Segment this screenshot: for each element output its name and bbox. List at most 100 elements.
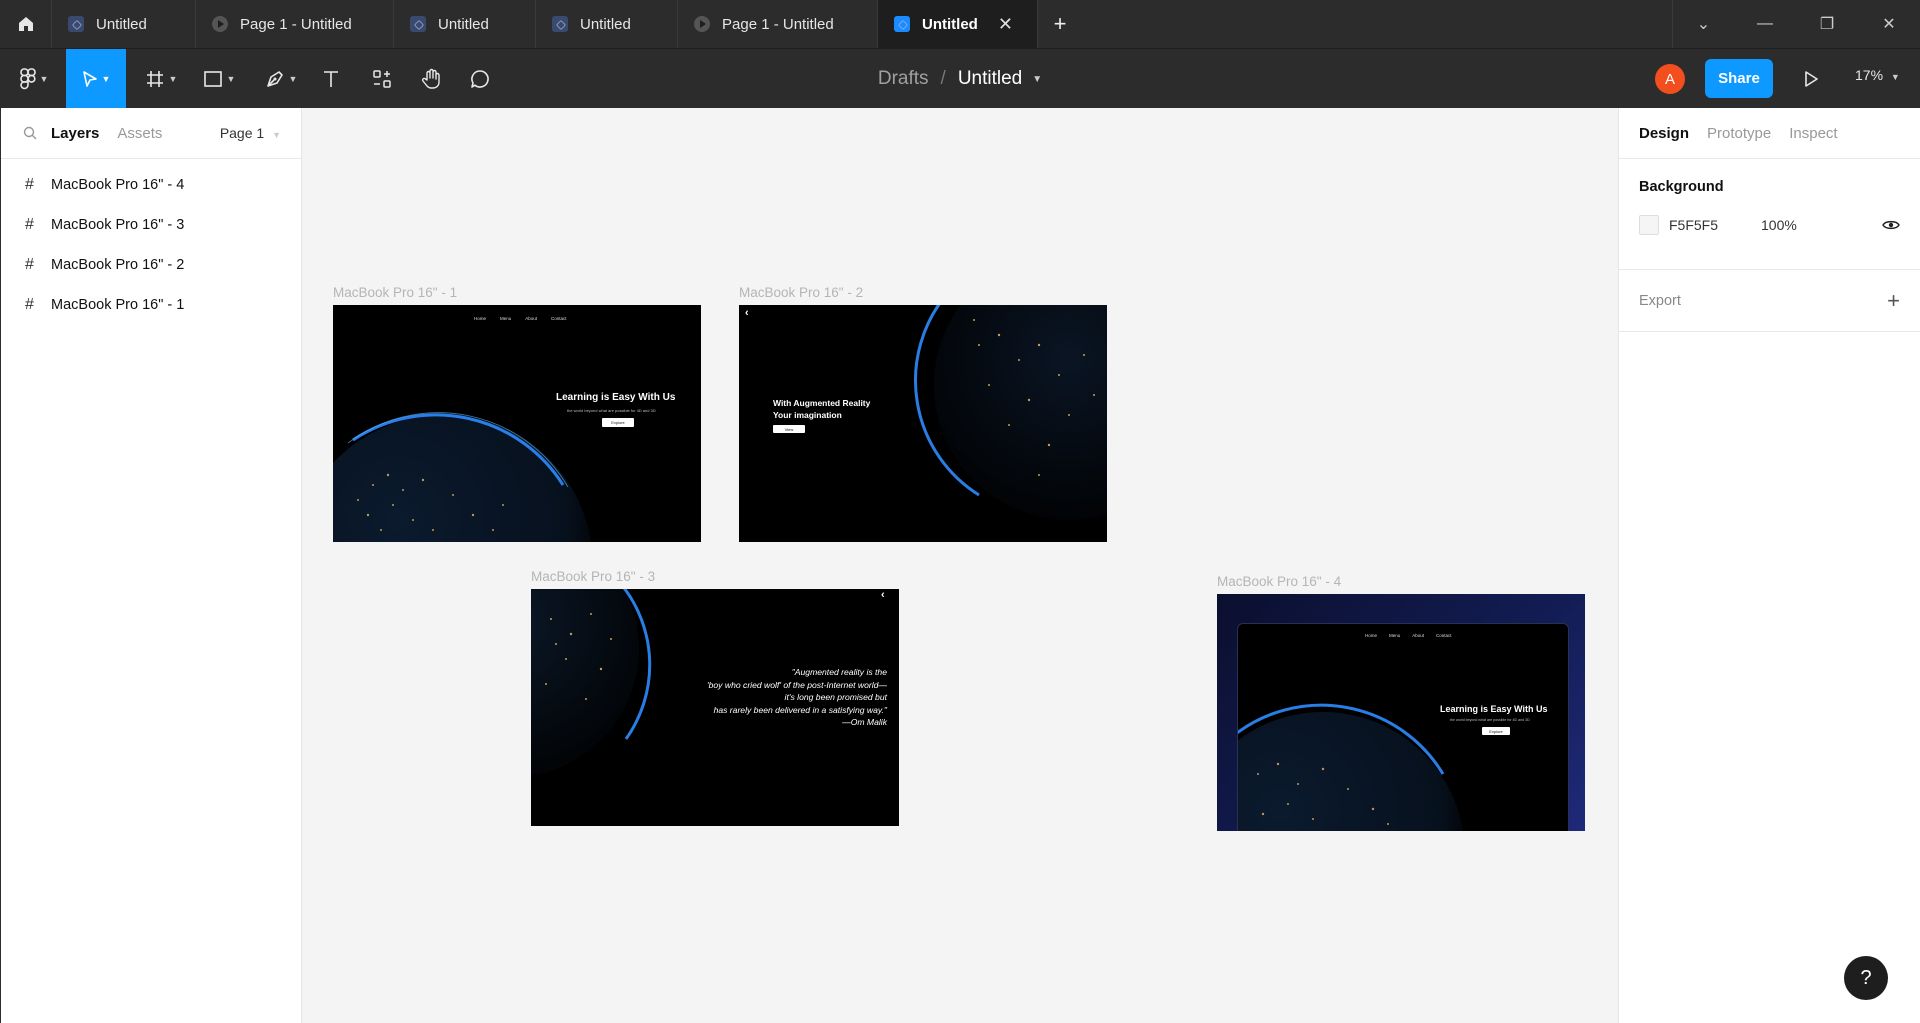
mock-laptop-screen: Home Menu About Contact Learning is Easy…: [1237, 623, 1569, 831]
layers-panel: Layers Assets Page 1 ▼ # MacBook Pro 16" …: [0, 108, 302, 1023]
breadcrumb-folder[interactable]: Drafts: [878, 68, 929, 90]
resources-tool[interactable]: [364, 49, 400, 109]
active-file-tab[interactable]: Untitled ✕: [878, 0, 1038, 48]
mock-explore-button: Explore: [1482, 727, 1510, 735]
frame-macbook-3[interactable]: ‹ "Augmented reality is the 'boy who cri…: [531, 589, 899, 826]
tab-layers[interactable]: Layers: [51, 125, 99, 142]
quote-line: it's long been promised but: [784, 692, 887, 703]
frame-label[interactable]: MacBook Pro 16" - 3: [531, 569, 655, 584]
close-tab-icon[interactable]: ✕: [998, 14, 1013, 35]
restore-icon[interactable]: ❐: [1796, 0, 1858, 48]
file-tab[interactable]: Untitled: [394, 0, 536, 48]
frame-icon: #: [25, 296, 34, 313]
quote-author: —Om Malik: [842, 717, 887, 728]
shape-tool[interactable]: ▼: [196, 49, 242, 109]
layers-panel-header: Layers Assets Page 1 ▼: [1, 108, 301, 159]
file-name[interactable]: Untitled: [958, 68, 1022, 90]
browser-tab-bar: Untitled Page 1 - Untitled Untitled Unti…: [0, 0, 1920, 48]
layer-item[interactable]: # MacBook Pro 16" - 4: [1, 165, 301, 205]
present-button[interactable]: [1797, 65, 1825, 93]
quote-line: "Augmented reality is the: [791, 667, 887, 677]
tab-label: Untitled: [96, 15, 147, 33]
file-tab[interactable]: Untitled: [52, 0, 196, 48]
comment-tool[interactable]: [462, 49, 498, 109]
back-arrow-icon: ‹: [745, 307, 749, 319]
share-button[interactable]: Share: [1705, 59, 1773, 98]
frame-macbook-4[interactable]: Home Menu About Contact Learning is Easy…: [1217, 594, 1585, 831]
tab-label: Untitled: [580, 15, 631, 33]
design-canvas[interactable]: MacBook Pro 16" - 1 Home Menu About Cont…: [302, 108, 1618, 1023]
frame-label[interactable]: MacBook Pro 16" - 4: [1217, 574, 1341, 589]
frame-label[interactable]: MacBook Pro 16" - 1: [333, 285, 457, 300]
minimize-icon[interactable]: —: [1734, 0, 1796, 48]
background-swatch[interactable]: [1639, 215, 1659, 235]
figma-file-icon: [410, 16, 426, 32]
export-title: Export: [1639, 292, 1681, 309]
layer-name: MacBook Pro 16" - 4: [51, 177, 185, 193]
home-icon[interactable]: [0, 0, 52, 48]
earth-image: [1238, 703, 1464, 831]
search-icon[interactable]: [23, 126, 37, 140]
chevron-down-icon: ▼: [168, 74, 178, 84]
chevron-down-icon: ▼: [226, 74, 236, 84]
editor-toolbar: ▼ ▼ ▼ ▼ ▼ Drafts / Untitled ▼ A Share 17…: [0, 48, 1920, 109]
mock-hero-subtitle: the world beyond what are possible for 4…: [567, 408, 656, 413]
mock-nav-item: Home: [1365, 633, 1378, 638]
layer-name: MacBook Pro 16" - 3: [51, 217, 185, 233]
mock-view-button: View: [773, 425, 805, 433]
background-row: F5F5F5 100%: [1639, 215, 1900, 235]
file-tab[interactable]: Untitled: [536, 0, 678, 48]
components-icon: [373, 70, 391, 88]
chevron-down-icon[interactable]: ▼: [1032, 74, 1042, 85]
figma-file-icon: [552, 16, 568, 32]
figma-logo-icon: [19, 68, 36, 90]
prototype-tab[interactable]: Page 1 - Untitled: [196, 0, 394, 48]
layer-item[interactable]: # MacBook Pro 16" - 2: [1, 245, 301, 285]
frame-tool[interactable]: ▼: [138, 49, 184, 109]
text-tool[interactable]: [314, 49, 348, 109]
tab-list-chevron-icon[interactable]: ⌄: [1672, 0, 1734, 48]
play-icon: [694, 16, 710, 32]
eye-icon[interactable]: [1882, 219, 1900, 231]
figma-file-icon: [894, 16, 910, 32]
zoom-control[interactable]: 17% ▼: [1855, 67, 1900, 83]
add-export-icon[interactable]: +: [1887, 288, 1900, 314]
tab-inspect[interactable]: Inspect: [1789, 125, 1837, 142]
page-selector[interactable]: Page 1 ▼: [220, 125, 281, 141]
frame-label[interactable]: MacBook Pro 16" - 2: [739, 285, 863, 300]
avatar[interactable]: A: [1655, 64, 1685, 94]
layer-name: MacBook Pro 16" - 1: [51, 297, 185, 313]
new-tab-icon[interactable]: +: [1038, 0, 1082, 48]
tab-design[interactable]: Design: [1639, 125, 1689, 142]
mock-nav-item: Contact: [551, 316, 567, 321]
mock-hero-title: With Augmented Reality: [773, 398, 871, 408]
chevron-down-icon: ▼: [101, 74, 111, 84]
layer-item[interactable]: # MacBook Pro 16" - 1: [1, 285, 301, 325]
background-opacity-input[interactable]: 100%: [1761, 217, 1797, 233]
frame-macbook-1[interactable]: Home Menu About Contact Learning is Easy…: [333, 305, 701, 542]
pen-tool[interactable]: ▼: [258, 49, 304, 109]
mock-hero-title: Learning is Easy With Us: [556, 392, 676, 403]
comment-icon: [471, 70, 489, 88]
chevron-down-icon: ▼: [39, 74, 49, 84]
export-section: Export +: [1619, 270, 1920, 332]
tab-assets[interactable]: Assets: [117, 125, 162, 142]
main-menu-button[interactable]: ▼: [12, 49, 56, 109]
prototype-tab[interactable]: Page 1 - Untitled: [678, 0, 878, 48]
quote-line: 'boy who cried wolf' of the post-Interne…: [706, 679, 887, 690]
breadcrumb-separator: /: [940, 68, 946, 89]
help-button[interactable]: ?: [1844, 956, 1888, 1000]
layer-item[interactable]: # MacBook Pro 16" - 3: [1, 205, 301, 245]
mock-nav-item: About: [1412, 633, 1425, 638]
move-tool[interactable]: ▼: [66, 49, 126, 109]
tab-label: Untitled: [922, 15, 978, 33]
page-name: Page 1: [219, 125, 265, 141]
mock-hero-subtitle: the world beyond what are possible for 4…: [1450, 718, 1530, 722]
close-window-icon[interactable]: ✕: [1858, 0, 1920, 48]
chevron-down-icon: ▼: [288, 74, 298, 84]
hand-tool[interactable]: [414, 49, 450, 109]
tab-prototype[interactable]: Prototype: [1707, 125, 1771, 142]
properties-panel: Design Prototype Inspect Background F5F5…: [1618, 108, 1920, 1023]
frame-macbook-2[interactable]: ‹ With Augmented Reality Your imaginatio…: [739, 305, 1107, 542]
background-hex-input[interactable]: F5F5F5: [1669, 217, 1761, 233]
